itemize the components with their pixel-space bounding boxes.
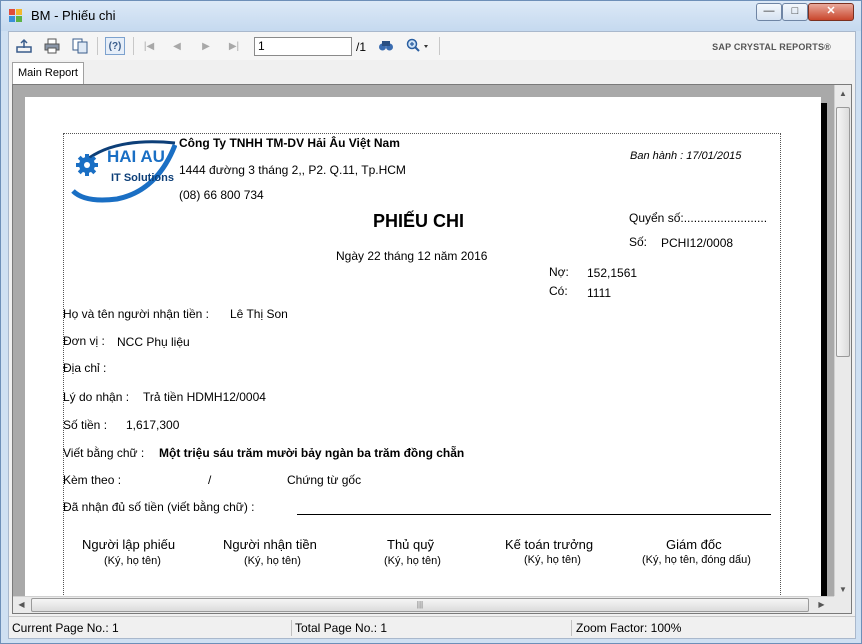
credit-label: Có: <box>549 284 568 298</box>
signature-sub-accountant: (Ký, họ tên) <box>524 554 581 566</box>
report-viewer[interactable]: HAI AU IT Solutions Công Ty TNHH TM-DV H… <box>12 84 852 614</box>
toolbar: (?) |◀ ◀ ▶ ▶| 1 /1 SAP CRYSTAL REPORTS® <box>9 32 855 60</box>
toolbar-separator <box>97 37 98 55</box>
next-page-icon[interactable]: ▶ <box>197 37 215 55</box>
app-icon <box>9 9 23 23</box>
print-icon[interactable] <box>43 37 61 55</box>
unit-value: NCC Phụ liệu <box>117 335 190 349</box>
company-name: Công Ty TNHH TM-DV Hải Âu Việt Nam <box>179 136 400 150</box>
vertical-scrollbar[interactable]: ▲ ▼ <box>834 85 851 598</box>
signature-title-preparer: Người lập phiếu <box>82 537 176 552</box>
horizontal-scrollbar[interactable]: ◀ ||| ▶ <box>13 596 835 613</box>
first-page-icon[interactable]: |◀ <box>140 37 158 55</box>
signature-sub-director: (Ký, họ tên, đóng dấu) <box>642 554 751 566</box>
toolbar-separator <box>439 37 440 55</box>
debit-value: 152,1561 <box>587 266 638 280</box>
signature-title-recipient: Người nhận tiền <box>223 537 317 552</box>
export-icon[interactable] <box>15 37 33 55</box>
scrollbar-corner <box>834 596 851 613</box>
minimize-button[interactable]: — <box>756 3 782 21</box>
issued-date: Ban hành : 17/01/2015 <box>630 150 742 162</box>
logo-text: HAI AU <box>107 147 165 166</box>
page-number-input[interactable]: 1 <box>254 37 352 56</box>
reason-value: Trả tiền HDMH12/0004 <box>143 390 266 404</box>
address-label: Địa chỉ : <box>63 361 107 375</box>
client-area: (?) |◀ ◀ ▶ ▶| 1 /1 SAP CRYSTAL REPORTS® … <box>8 31 856 639</box>
words-label: Viết bằng chữ : <box>63 446 145 460</box>
signature-title-cashier: Thủ quỹ <box>387 537 434 552</box>
voucher-number-label: Số: <box>629 235 648 249</box>
status-bar: Current Page No.: 1 Total Page No.: 1 Zo… <box>9 616 855 638</box>
company-address: 1444 đường 3 tháng 2,, P2. Q.11, Tp.HCM <box>179 163 406 177</box>
toolbar-separator <box>133 37 134 55</box>
window-title: BM - Phiếu chi <box>31 8 116 23</box>
tab-main-report[interactable]: Main Report <box>12 62 84 84</box>
scroll-right-icon[interactable]: ▶ <box>813 597 830 613</box>
amount-label: Số tiền : <box>63 418 108 432</box>
logo-subtext: IT Solutions <box>111 172 174 184</box>
copy-icon[interactable] <box>71 37 89 55</box>
horizontal-scroll-thumb[interactable]: ||| <box>31 598 809 612</box>
zoom-icon[interactable] <box>405 37 433 55</box>
signature-sub-preparer: (Ký, họ tên) <box>104 555 161 567</box>
maximize-button[interactable]: □ <box>782 3 808 21</box>
reason-label: Lý do nhận : <box>63 390 130 404</box>
scroll-left-icon[interactable]: ◀ <box>13 597 30 613</box>
report-tabs: Main Report <box>9 60 855 84</box>
report-page: HAI AU IT Solutions Công Ty TNHH TM-DV H… <box>25 97 821 613</box>
find-icon[interactable] <box>377 37 395 55</box>
help-icon[interactable]: (?) <box>105 37 125 55</box>
attachment-slash: / <box>208 473 212 487</box>
vertical-scroll-thumb[interactable] <box>836 107 850 357</box>
prev-page-icon[interactable]: ◀ <box>168 37 186 55</box>
recipient-value: Lê Thị Son <box>230 307 288 321</box>
scroll-up-icon[interactable]: ▲ <box>835 85 851 102</box>
received-line <box>297 514 771 515</box>
signature-title-accountant: Kế toán trưởng <box>505 537 594 552</box>
page-total-label: /1 <box>356 40 367 54</box>
last-page-icon[interactable]: ▶| <box>225 37 243 55</box>
close-button[interactable]: ✕ <box>808 3 854 21</box>
voucher-title: PHIẾU CHI <box>373 211 465 231</box>
credit-value: 1111 <box>587 286 612 300</box>
company-phone: (08) 66 800 734 <box>179 188 264 202</box>
title-bar[interactable]: BM - Phiếu chi — □ ✕ <box>1 1 861 31</box>
report-window: BM - Phiếu chi — □ ✕ (?) |◀ ◀ ▶ ▶| 1 /1 <box>0 0 862 644</box>
words-value: Một triệu sáu trăm mười bảy ngàn ba trăm… <box>159 446 465 460</box>
amount-value: 1,617,300 <box>126 418 180 432</box>
status-current-page: Current Page No.: 1 <box>9 620 292 636</box>
unit-label: Đơn vị : <box>63 334 105 348</box>
crystal-reports-brand: SAP CRYSTAL REPORTS® <box>712 42 831 52</box>
signature-sub-cashier: (Ký, họ tên) <box>384 555 441 567</box>
recipient-label: Họ và tên người nhận tiền : <box>63 307 209 321</box>
book-number: Quyển số:......................... <box>629 211 768 225</box>
attachment-docs: Chứng từ gốc <box>287 473 362 487</box>
company-logo: HAI AU IT Solutions <box>65 133 178 209</box>
signature-sub-recipient: (Ký, họ tên) <box>244 555 301 567</box>
voucher-date: Ngày 22 tháng 12 năm 2016 <box>336 249 488 263</box>
received-label: Đã nhận đủ số tiền (viết bằng chữ) : <box>63 500 255 514</box>
signature-title-director: Giám đốc <box>666 537 722 552</box>
page-shadow <box>821 103 827 613</box>
status-total-page: Total Page No.: 1 <box>292 620 572 636</box>
status-zoom: Zoom Factor: 100% <box>576 621 682 635</box>
voucher-number-value: PCHI12/0008 <box>661 236 734 250</box>
debit-label: Nợ: <box>549 265 569 279</box>
attachment-label: Kèm theo : <box>63 473 122 487</box>
